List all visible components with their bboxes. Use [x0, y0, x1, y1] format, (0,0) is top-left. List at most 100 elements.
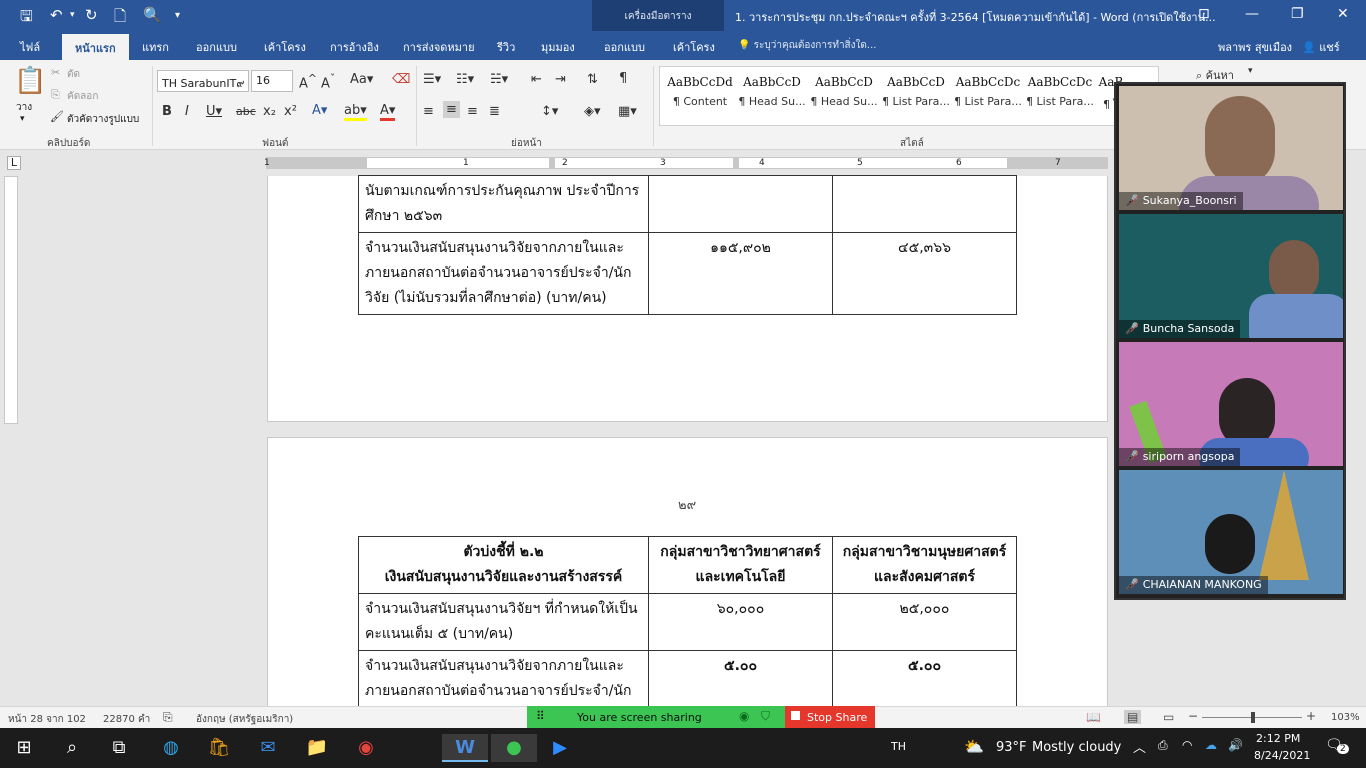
- text-effects-icon[interactable]: A▾: [312, 103, 327, 118]
- undo-dropdown-icon[interactable]: ▾: [70, 10, 75, 20]
- minimize-icon[interactable]: —: [1245, 6, 1259, 22]
- align-left-icon[interactable]: ≡: [423, 104, 434, 119]
- weather-icon[interactable]: ⛅: [964, 737, 984, 756]
- copy-icon[interactable]: ⎘: [51, 88, 60, 102]
- mail-icon[interactable]: ✉: [248, 734, 288, 762]
- table-header-cell[interactable]: กลุ่มสาขาวิชาวิทยาศาสตร์และเทคโนโลยี: [648, 536, 833, 594]
- store-icon[interactable]: 🛍: [199, 734, 239, 762]
- record-icon[interactable]: ◉: [739, 709, 749, 723]
- user-name[interactable]: พลาพร สุขเมือง: [1218, 38, 1292, 56]
- zoom-out-icon[interactable]: −: [1188, 709, 1198, 723]
- language-indicator[interactable]: อังกฤษ (สหรัฐอเมริกา): [196, 712, 293, 727]
- search-icon[interactable]: ⌕: [52, 734, 92, 762]
- bullets-icon[interactable]: ☰▾: [423, 72, 441, 87]
- table-cell[interactable]: [648, 175, 833, 233]
- tab-table-layout[interactable]: เค้าโครง: [673, 38, 715, 56]
- tab-table-design[interactable]: ออกแบบ: [604, 38, 645, 56]
- undo-icon[interactable]: ↶: [50, 6, 63, 24]
- tab-file[interactable]: ไฟล์: [20, 38, 40, 56]
- video-tile[interactable]: 🎤̸ siriporn angsopa: [1119, 342, 1343, 466]
- grow-font-icon[interactable]: A^: [299, 72, 317, 91]
- zoom-level[interactable]: 103%: [1331, 712, 1360, 723]
- file-explorer-icon[interactable]: 📁: [297, 734, 337, 762]
- table-cell[interactable]: ๑๑๕,๙๐๒: [648, 232, 833, 315]
- style-tile[interactable]: AaBbCcDc ¶ List Para...: [952, 75, 1024, 108]
- format-painter-icon[interactable]: 🖌: [50, 110, 64, 123]
- wifi-icon[interactable]: ◠: [1182, 738, 1192, 752]
- font-color-icon[interactable]: A▾: [380, 103, 396, 121]
- temperature[interactable]: 93°F: [996, 740, 1027, 755]
- onedrive-icon[interactable]: ☁: [1205, 738, 1217, 752]
- paste-dropdown-icon[interactable]: ▾: [20, 114, 25, 124]
- table-cell[interactable]: จำนวนเงินสนับสนุนงานวิจัยฯ ที่กำหนดให้เป…: [358, 593, 649, 651]
- tab-review[interactable]: รีวิว: [497, 38, 515, 56]
- chrome-icon[interactable]: ◉: [346, 734, 386, 762]
- tab-home[interactable]: หน้าแรก: [62, 34, 129, 60]
- tab-mailings[interactable]: การส่งจดหมาย: [403, 38, 475, 56]
- drag-handle-icon[interactable]: ⠿: [536, 709, 545, 723]
- save-icon[interactable]: 🖫: [20, 6, 33, 31]
- sort-icon[interactable]: ⇅: [587, 72, 598, 87]
- tab-design[interactable]: ออกแบบ: [196, 38, 237, 56]
- style-tile[interactable]: AaBbCcDd ¶ Content: [664, 75, 736, 108]
- table-cell[interactable]: ๕.๐๐: [832, 650, 1017, 706]
- ribbon-display-icon[interactable]: ⊡: [1198, 6, 1210, 22]
- style-tile[interactable]: AaBbCcD ¶ Head Su...: [736, 75, 808, 108]
- zoom-app-icon[interactable]: ▶: [540, 734, 580, 762]
- style-tile[interactable]: AaBbCcD ¶ List Para...: [880, 75, 952, 108]
- table-cell[interactable]: ๖๐,๐๐๐: [648, 593, 833, 651]
- paste-label[interactable]: วาง: [16, 100, 32, 115]
- numbering-icon[interactable]: ☷▾: [456, 72, 474, 87]
- proofing-icon[interactable]: ⎘: [163, 710, 173, 725]
- strikethrough-icon[interactable]: abc: [236, 105, 256, 118]
- show-marks-icon[interactable]: ¶: [619, 71, 627, 86]
- document-page[interactable]: นับตามเกณฑ์การประกันคุณภาพ ประจำปีการศึก…: [267, 175, 1108, 422]
- network-device-icon[interactable]: ⎙: [1158, 738, 1168, 753]
- table-cell[interactable]: จำนวนเงินสนับสนุนงานวิจัยจากภายในและภายน…: [358, 232, 649, 315]
- edge-icon[interactable]: ◍: [151, 734, 191, 762]
- zoom-in-icon[interactable]: +: [1306, 709, 1316, 723]
- shading-icon[interactable]: ◈▾: [584, 104, 601, 119]
- restore-icon[interactable]: ❐: [1291, 6, 1304, 22]
- volume-icon[interactable]: 🔊: [1228, 738, 1243, 752]
- tab-selector-icon[interactable]: L: [7, 156, 21, 170]
- table-cell[interactable]: [832, 175, 1017, 233]
- decrease-indent-icon[interactable]: ⇤: [531, 72, 542, 87]
- line-icon[interactable]: ●: [491, 734, 537, 762]
- table-header-cell[interactable]: ตัวบ่งชี้ที่ ๒.๒ เงินสนับสนุนงานวิจัยและ…: [358, 536, 649, 594]
- tab-insert[interactable]: แทรก: [142, 38, 169, 56]
- web-layout-icon[interactable]: ▭: [1163, 710, 1174, 724]
- tell-me-box[interactable]: 💡 ระบุว่าคุณต้องการทำสิ่งใด...: [738, 38, 876, 53]
- customize-toolbar-icon[interactable]: ▾: [175, 10, 180, 21]
- table-cell[interactable]: ๔๕,๓๖๖: [832, 232, 1017, 315]
- word-icon[interactable]: W: [442, 734, 488, 762]
- table-cell[interactable]: ๕.๐๐: [648, 650, 833, 706]
- word-count[interactable]: 22870 คำ: [103, 712, 150, 727]
- change-case-icon[interactable]: Aa▾: [350, 72, 373, 87]
- table-header-cell[interactable]: กลุ่มสาขาวิชามนุษยศาสตร์และสังคมศาสตร์: [832, 536, 1017, 594]
- subscript-icon[interactable]: x₂: [263, 104, 276, 119]
- stop-share-button[interactable]: Stop Share: [785, 706, 875, 728]
- page-count[interactable]: หน้า 28 จาก 102: [8, 712, 86, 727]
- style-tile[interactable]: AaBbCcD ¶ Head Su...: [808, 75, 880, 108]
- close-icon[interactable]: ✕: [1337, 6, 1349, 22]
- zoom-slider-handle[interactable]: [1251, 712, 1255, 723]
- clock-date[interactable]: 8/24/2021: [1254, 749, 1310, 762]
- copy-label[interactable]: คัดลอก: [67, 89, 98, 104]
- windows-start-icon[interactable]: ⊞: [4, 734, 44, 762]
- align-right-icon[interactable]: ≡: [467, 104, 478, 119]
- underline-icon[interactable]: U▾: [206, 104, 222, 119]
- clear-formatting-icon[interactable]: ⌫: [392, 72, 410, 87]
- superscript-icon[interactable]: x²: [284, 104, 297, 119]
- read-mode-icon[interactable]: 📖: [1086, 710, 1101, 724]
- table-cell[interactable]: นับตามเกณฑ์การประกันคุณภาพ ประจำปีการศึก…: [358, 175, 649, 233]
- increase-indent-icon[interactable]: ⇥: [555, 72, 566, 87]
- clock-time[interactable]: 2:12 PM: [1256, 732, 1300, 745]
- font-size-box[interactable]: 16: [251, 70, 293, 92]
- cut-label[interactable]: ตัด: [67, 67, 80, 82]
- chevron-up-icon[interactable]: ︿: [1133, 737, 1146, 756]
- horizontal-ruler[interactable]: 1 1 2 3 4 5 6 7 L: [0, 150, 1116, 176]
- tab-layout[interactable]: เค้าโครง: [264, 38, 306, 56]
- video-tile[interactable]: 🎤̸ CHAIANAN MANKONG: [1119, 470, 1343, 594]
- redo-icon[interactable]: ↻: [85, 6, 98, 24]
